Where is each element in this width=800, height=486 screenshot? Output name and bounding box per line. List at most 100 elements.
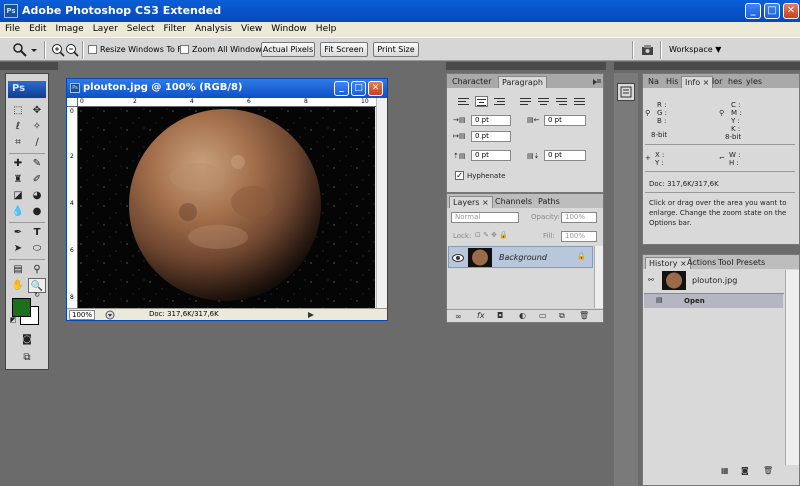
tab-paths[interactable]: Paths xyxy=(535,196,563,208)
tab-tool-presets[interactable]: Tool Presets xyxy=(715,257,768,269)
tab-character[interactable]: Character xyxy=(449,76,495,88)
tab-navigator[interactable]: Na xyxy=(645,76,662,88)
brush-tool-icon[interactable]: ✎ xyxy=(28,156,46,171)
close-button[interactable]: ✕ xyxy=(783,3,799,19)
history-state-open[interactable]: ▤ Open xyxy=(644,294,783,308)
layer-mask-icon[interactable]: ◘ xyxy=(497,311,503,320)
shape-tool-icon[interactable]: ⬭ xyxy=(28,241,46,256)
menu-help[interactable]: Help xyxy=(311,22,341,34)
eyedropper-tool-icon[interactable]: ⚲ xyxy=(28,262,46,277)
clone-stamp-tool-icon[interactable]: ♜ xyxy=(9,172,27,187)
dodge-tool-icon[interactable]: ● xyxy=(28,204,46,219)
eraser-tool-icon[interactable]: ◪ xyxy=(9,188,27,203)
hyphenate-checkbox[interactable]: ✓ xyxy=(455,171,464,180)
status-expand-icon[interactable] xyxy=(307,311,315,319)
trash-icon[interactable]: 🗑 xyxy=(579,311,589,320)
layer-row-background[interactable]: Background 🔒 xyxy=(448,246,593,268)
link-layers-icon[interactable]: ∞ xyxy=(455,312,462,321)
adjustment-layer-icon[interactable]: ◐ xyxy=(519,311,526,320)
toolbox-grip[interactable] xyxy=(0,62,58,70)
menu-window[interactable]: Window xyxy=(266,22,311,34)
trash-icon[interactable]: 🗑 xyxy=(763,466,773,475)
align-right-icon[interactable] xyxy=(493,96,506,107)
vertical-scrollbar[interactable] xyxy=(376,98,387,308)
fill-field[interactable]: 100% xyxy=(561,231,597,242)
vertical-ruler[interactable]: 0 2 4 6 8 xyxy=(67,107,78,308)
move-tool-icon[interactable]: ✥ xyxy=(28,103,46,118)
quick-mask-icon[interactable]: ◙ xyxy=(18,332,36,347)
blur-tool-icon[interactable]: 💧 xyxy=(9,204,27,219)
indent-left-field[interactable]: 0 pt xyxy=(471,115,511,126)
navigator-panel-icon[interactable] xyxy=(617,83,635,101)
new-layer-icon[interactable]: ⧉ xyxy=(559,311,565,321)
default-colors-icon[interactable]: ◩ xyxy=(8,315,18,325)
hand-tool-icon[interactable]: ✋ xyxy=(9,278,27,293)
panel-dock-grip-right[interactable] xyxy=(614,62,800,70)
menu-analysis[interactable]: Analysis xyxy=(190,22,236,34)
tab-actions[interactable]: Actions xyxy=(684,257,719,269)
document-title-bar[interactable]: Ps plouton.jpg @ 100% (RGB/8) _ □ ✕ xyxy=(67,79,387,98)
document-close-button[interactable]: ✕ xyxy=(368,81,383,96)
menu-filter[interactable]: Filter xyxy=(159,22,190,34)
menu-edit[interactable]: Edit xyxy=(24,22,50,34)
panel-menu-icon[interactable] xyxy=(592,78,601,85)
print-size-button[interactable]: Print Size xyxy=(373,42,419,57)
menu-view[interactable]: View xyxy=(236,22,266,34)
fit-screen-button[interactable]: Fit Screen xyxy=(320,42,368,57)
crop-tool-icon[interactable]: ⌗ xyxy=(9,135,27,150)
history-snapshot-row[interactable]: ⚯ plouton.jpg xyxy=(644,270,784,292)
menu-select[interactable]: Select xyxy=(122,22,159,34)
healing-brush-tool-icon[interactable]: ✚ xyxy=(9,156,27,171)
new-group-icon[interactable]: ▭ xyxy=(539,311,547,320)
marquee-tool-icon[interactable]: ⬚ xyxy=(9,103,27,118)
tab-styles[interactable]: yles xyxy=(743,76,765,88)
actual-pixels-button[interactable]: Actual Pixels xyxy=(261,42,315,57)
layer-visibility-eye-icon[interactable] xyxy=(452,253,464,263)
align-left-icon[interactable] xyxy=(457,96,470,107)
history-scrollbar[interactable] xyxy=(785,270,799,465)
status-menu-icon[interactable] xyxy=(105,310,115,320)
notes-tool-icon[interactable]: ▤ xyxy=(9,262,27,277)
tab-paragraph[interactable]: Paragraph xyxy=(498,76,547,88)
space-before-field[interactable]: 0 pt xyxy=(471,150,511,161)
menu-layer[interactable]: Layer xyxy=(88,22,122,34)
new-document-from-state-icon[interactable]: ▦ xyxy=(721,466,729,475)
ruler-origin[interactable] xyxy=(67,98,78,107)
screen-mode-icon[interactable]: ⧉ xyxy=(18,350,36,365)
justify-right-icon[interactable] xyxy=(555,96,568,107)
document-minimize-button[interactable]: _ xyxy=(334,81,349,96)
zoom-all-windows-checkbox[interactable] xyxy=(180,45,189,54)
zoom-level-field[interactable]: 100% xyxy=(69,310,95,320)
document-maximize-button[interactable]: □ xyxy=(351,81,366,96)
pen-tool-icon[interactable]: ✒ xyxy=(9,225,27,240)
magic-wand-tool-icon[interactable]: ✧ xyxy=(28,119,46,134)
tab-color[interactable]: lor xyxy=(709,76,725,88)
opacity-field[interactable]: 100% xyxy=(561,212,597,223)
menu-image[interactable]: Image xyxy=(51,22,88,34)
tab-histogram[interactable]: His xyxy=(663,76,681,88)
justify-left-icon[interactable] xyxy=(519,96,532,107)
blend-mode-select[interactable]: Normal xyxy=(451,212,519,223)
indent-first-line-field[interactable]: 0 pt xyxy=(471,131,511,142)
file-browser-icon[interactable] xyxy=(640,42,656,58)
minimize-button[interactable]: _ xyxy=(745,3,761,19)
lasso-tool-icon[interactable]: ℓ xyxy=(9,119,27,134)
tool-preset-dropdown-icon[interactable] xyxy=(30,42,38,58)
zoom-out-icon[interactable] xyxy=(64,42,80,58)
swap-colors-icon[interactable]: ↻ xyxy=(32,290,42,300)
history-brush-tool-icon[interactable]: ✐ xyxy=(28,172,46,187)
layers-scrollbar[interactable] xyxy=(594,246,603,308)
maximize-button[interactable]: □ xyxy=(764,3,780,19)
layer-style-icon[interactable]: fx xyxy=(477,311,485,320)
workspace-menu[interactable]: Workspace ▼ xyxy=(669,45,721,54)
panel-dock-grip[interactable] xyxy=(446,62,606,70)
justify-all-icon[interactable] xyxy=(573,96,586,107)
type-tool-icon[interactable]: T xyxy=(28,225,46,240)
tab-channels[interactable]: Channels xyxy=(492,196,535,208)
align-center-icon[interactable] xyxy=(475,96,488,107)
tab-layers[interactable]: Layers × xyxy=(449,196,493,208)
resize-windows-checkbox[interactable] xyxy=(88,45,97,54)
menu-file[interactable]: File xyxy=(0,22,24,34)
paint-bucket-tool-icon[interactable]: ◕ xyxy=(28,188,46,203)
lock-icons[interactable]: ⊡ ✎ ✥ 🔒 xyxy=(475,231,508,239)
